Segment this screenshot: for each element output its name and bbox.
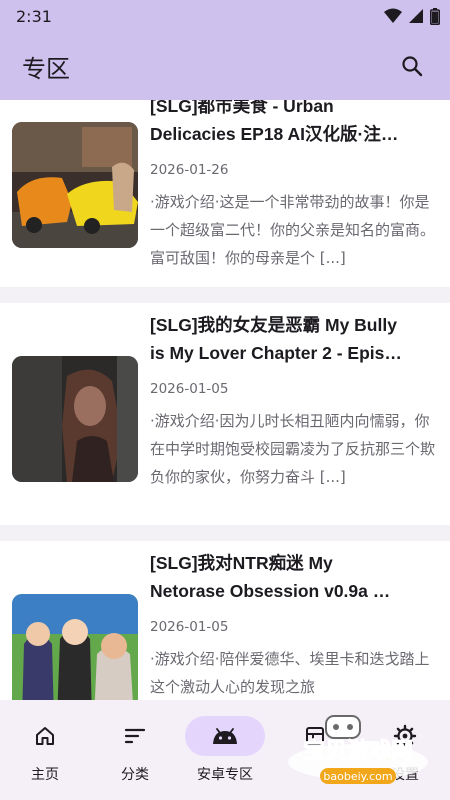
post-excerpt: ·游戏介绍·陪伴爱德华、埃里卡和迭戈踏上这个激动人心的发现之旅	[150, 650, 430, 696]
post-thumbnail	[12, 594, 138, 700]
post-thumbnail	[12, 356, 138, 482]
post-date: 2026-01-05	[150, 381, 229, 397]
post-title[interactable]: [SLG]都市美食 - Urban Delicacies EP18 AI汉化版·…	[150, 100, 438, 148]
list-item[interactable]: [SLG]都市美食 - Urban Delicacies EP18 AI汉化版·…	[0, 100, 450, 287]
nav-item-category[interactable]: 分类	[90, 700, 180, 800]
site-watermark: 宝贝游戏网 baobeiy.com	[276, 712, 436, 790]
nav-label: 分类	[121, 767, 149, 783]
post-date: 2026-01-26	[150, 162, 229, 178]
post-title[interactable]: [SLG]我对NTR痴迷 My Netorase Obsession v0.9a…	[150, 549, 438, 605]
svg-text:宝贝游戏网: 宝贝游戏网	[303, 738, 413, 764]
home-icon	[36, 727, 54, 745]
svg-text:baobeiy.com: baobeiy.com	[323, 770, 392, 783]
signal-icon	[409, 9, 423, 23]
status-time: 2:31	[16, 6, 52, 26]
post-date: 2026-01-05	[150, 619, 229, 635]
post-excerpt: ·游戏介绍·因为儿时长相丑陋内向懦弱，你在中学时期饱受校园霸凌为了反抗那三个欺负…	[150, 412, 436, 486]
nav-item-android[interactable]: 安卓专区	[180, 700, 270, 800]
battery-icon	[430, 7, 440, 25]
nav-label: 主页	[31, 767, 59, 783]
status-bar: 2:31	[0, 0, 450, 32]
list-item[interactable]: [SLG]我对NTR痴迷 My Netorase Obsession v0.9a…	[0, 541, 450, 700]
wifi-icon	[384, 8, 402, 23]
search-icon	[402, 56, 423, 77]
list-item[interactable]: [SLG]我的女友是恶霸 My Bully is My Lover Chapte…	[0, 303, 450, 525]
status-icons	[384, 7, 440, 25]
android-icon	[213, 728, 237, 744]
sort-icon	[124, 728, 146, 744]
post-excerpt: ·游戏介绍·这是一个非常带劲的故事！你是一个超级富二代！你的父亲是知名的富商。富…	[150, 193, 436, 267]
nav-label: 安卓专区	[197, 767, 253, 783]
post-title[interactable]: [SLG]我的女友是恶霸 My Bully is My Lover Chapte…	[150, 311, 438, 367]
nav-item-home[interactable]: 主页	[0, 700, 90, 800]
search-button[interactable]	[392, 46, 432, 86]
top-app-bar: 专区	[0, 32, 450, 100]
page-title: 专区	[22, 54, 70, 83]
post-list[interactable]: [SLG]都市美食 - Urban Delicacies EP18 AI汉化版·…	[0, 100, 450, 700]
post-thumbnail	[12, 122, 138, 248]
